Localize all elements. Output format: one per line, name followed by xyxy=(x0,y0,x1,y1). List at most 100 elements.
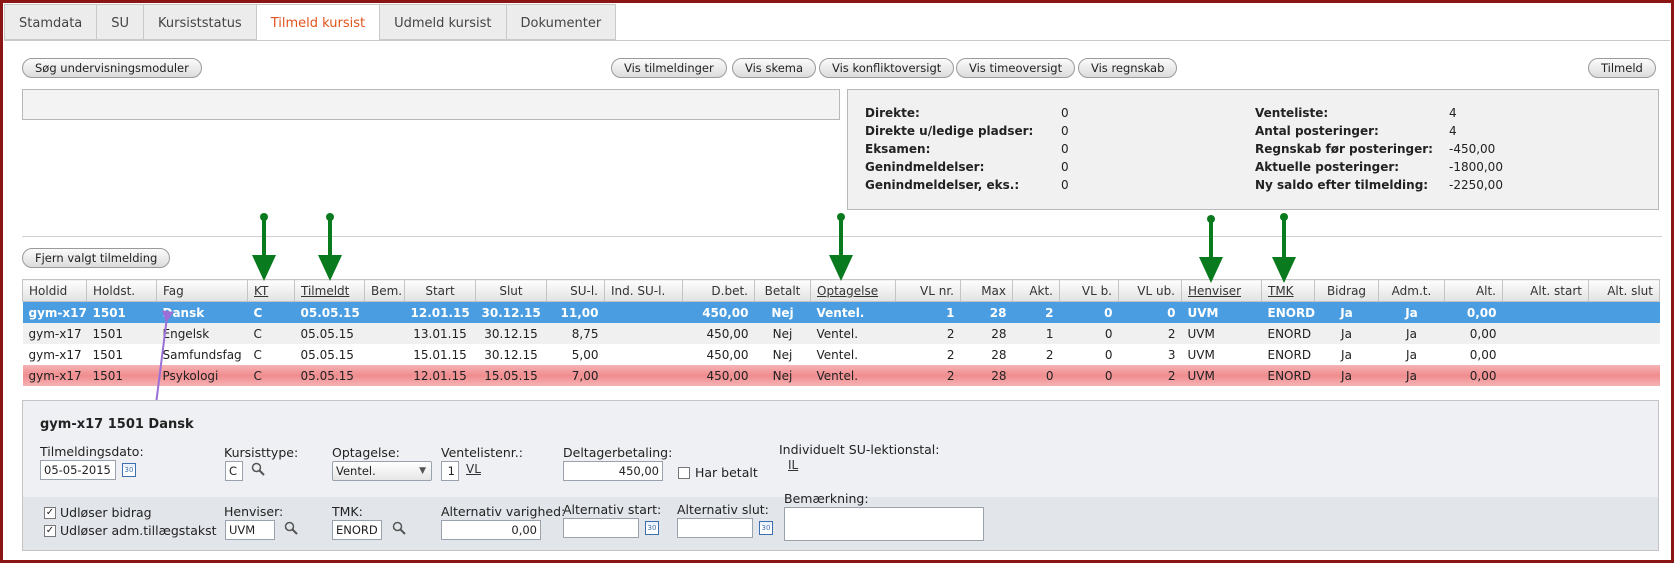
col-dbet[interactable]: D.bet. xyxy=(682,279,755,302)
waitlist-link[interactable]: VL xyxy=(466,462,481,476)
table-cell: 0 xyxy=(1104,326,1113,341)
table-cell: Ventel. xyxy=(810,365,896,386)
table-cell: 12.01.15 xyxy=(404,301,476,323)
enroll-date-field[interactable]: 05-05-2015 xyxy=(40,460,116,480)
waitlist-field[interactable]: 1 xyxy=(441,461,459,481)
search-icon[interactable] xyxy=(284,521,298,535)
table-cell: 7,00 xyxy=(546,365,605,386)
table-row[interactable]: gym-x17 1501 Engelsk C 05.05.15 13.01.15 30.12… xyxy=(22,323,1660,344)
col-slut[interactable]: Slut xyxy=(475,279,547,302)
stat-value: -1800,00 xyxy=(1449,160,1503,174)
col-max[interactable]: Max xyxy=(960,279,1013,302)
tmk-label: TMK: xyxy=(332,504,363,519)
tab-tilmeld-kursist[interactable]: Tilmeld kursist xyxy=(256,4,381,41)
stat-value: 4 xyxy=(1449,124,1457,138)
alt-start-field[interactable] xyxy=(563,518,639,538)
show-conflicts-button[interactable]: Vis konfliktoversigt xyxy=(819,58,955,78)
col-bidrag[interactable]: Bidrag xyxy=(1314,279,1379,302)
tab-su[interactable]: SU xyxy=(97,4,145,40)
triggers-admin-checkbox[interactable]: ✓ xyxy=(44,525,56,537)
col-holdst[interactable]: Holdst. xyxy=(86,279,157,302)
table-cell: Ja xyxy=(1341,326,1352,341)
col-tilmeldt[interactable]: Tilmeldt xyxy=(294,279,365,302)
remove-enrollment-button[interactable]: Fjern valgt tilmelding xyxy=(22,248,171,268)
table-cell: 1 xyxy=(895,301,961,323)
tab-udmeld-kursist[interactable]: Udmeld kursist xyxy=(380,4,507,40)
remark-textarea[interactable] xyxy=(784,507,984,541)
col-ind-su-l[interactable]: Ind. SU-l. xyxy=(604,279,683,302)
col-vl-b[interactable]: VL b. xyxy=(1059,279,1119,302)
stat-value: 0 xyxy=(1061,160,1069,174)
tmk-field[interactable]: ENORD xyxy=(332,520,382,540)
su-link[interactable]: IL xyxy=(788,458,798,472)
table-cell: Samfundsfag xyxy=(162,347,242,362)
enroll-button[interactable]: Tilmeld xyxy=(1588,58,1656,78)
col-vl-nr[interactable]: VL nr. xyxy=(895,279,961,302)
stat-label: Regnskab før posteringer: xyxy=(1255,142,1433,156)
alt-end-label: Alternativ slut: xyxy=(677,502,769,517)
admission-select[interactable]: Ventel. ▼ xyxy=(332,461,432,481)
table-cell: 28 xyxy=(991,326,1007,341)
col-alt[interactable]: Alt. xyxy=(1444,279,1503,302)
table-cell xyxy=(1503,323,1589,344)
table-cell: Ventel. xyxy=(816,326,859,341)
stat-value: 0 xyxy=(1061,178,1069,192)
col-fag[interactable]: Fag xyxy=(156,279,248,302)
table-cell: 1 xyxy=(1045,326,1054,341)
col-henviser[interactable]: Henviser xyxy=(1181,279,1262,302)
col-start[interactable]: Start xyxy=(404,279,476,302)
col-admt[interactable]: Adm.t. xyxy=(1378,279,1445,302)
fee-field[interactable]: 450,00 xyxy=(563,461,663,481)
table-row[interactable]: gym-x17 1501 Samfundsfag C 05.05.15 15.01.15 3… xyxy=(22,344,1660,365)
col-kt[interactable]: KT xyxy=(247,279,295,302)
show-enrollments-button[interactable]: Vis tilmeldinger xyxy=(611,58,727,78)
table-cell: 0,00 xyxy=(1444,301,1503,323)
table-cell: 450,00 xyxy=(706,326,749,341)
chevron-down-icon: ▼ xyxy=(419,466,426,476)
search-icon[interactable] xyxy=(251,462,265,476)
stats-box: Direkte: 0 Direkte u/ledige pladser: 0 E… xyxy=(847,89,1659,210)
show-schedule-button[interactable]: Vis skema xyxy=(732,58,817,78)
has-paid-checkbox[interactable] xyxy=(678,467,690,479)
col-holdid[interactable]: Holdid xyxy=(22,279,87,302)
table-cell: UVM xyxy=(1187,347,1215,362)
calendar-icon[interactable]: 30 xyxy=(645,521,659,535)
col-alt-slut[interactable]: Alt. slut xyxy=(1588,279,1660,302)
col-betalt[interactable]: Betalt xyxy=(754,279,811,302)
table-cell: Engelsk xyxy=(162,326,210,341)
table-cell: Nej xyxy=(754,365,811,386)
table-row[interactable]: gym-x17 1501 Psykologi C 05.05.15 12.01.15 15.… xyxy=(22,365,1660,386)
col-tmk[interactable]: TMK xyxy=(1261,279,1315,302)
fee-label: Deltagerbetaling: xyxy=(563,445,673,460)
table-cell: Nej xyxy=(772,326,793,341)
col-alt-start[interactable]: Alt. start xyxy=(1502,279,1589,302)
alt-end-field[interactable] xyxy=(677,518,753,538)
table-cell xyxy=(364,301,405,323)
table-cell: Ja xyxy=(1378,365,1445,386)
show-hours-button[interactable]: Vis timeoversigt xyxy=(956,58,1076,78)
show-accounts-button[interactable]: Vis regnskab xyxy=(1078,58,1178,78)
table-row[interactable]: gym-x17 1501 Dansk C 05.05.15 12.01.15 30.12.1… xyxy=(22,301,1660,323)
search-modules-button[interactable]: Søg undervisningsmoduler xyxy=(22,58,202,78)
search-icon[interactable] xyxy=(392,521,406,535)
col-vl-ub[interactable]: VL ub. xyxy=(1118,279,1182,302)
col-bem[interactable]: Bem. xyxy=(364,279,405,302)
alt-duration-field[interactable]: 0,00 xyxy=(441,520,541,540)
tab-kursiststatus[interactable]: Kursiststatus xyxy=(144,4,257,40)
course-type-field[interactable]: C xyxy=(225,461,243,481)
col-su-l[interactable]: SU-l. xyxy=(546,279,605,302)
col-optagelse[interactable]: Optagelse xyxy=(810,279,896,302)
tab-stamdata[interactable]: Stamdata xyxy=(4,4,98,40)
alt-start-label: Alternativ start: xyxy=(563,502,662,517)
table-cell: 13.01.15 xyxy=(413,326,467,341)
referrer-field[interactable]: UVM xyxy=(225,520,275,540)
table-cell: Ja xyxy=(1314,365,1379,386)
tab-dokumenter[interactable]: Dokumenter xyxy=(506,4,617,40)
table-cell: Ja xyxy=(1378,301,1445,323)
calendar-icon[interactable]: 30 xyxy=(759,521,773,535)
col-akt[interactable]: Akt. xyxy=(1012,279,1060,302)
calendar-icon[interactable]: 30 xyxy=(122,463,136,477)
table-cell: 1501 xyxy=(92,326,124,341)
triggers-grant-checkbox[interactable]: ✓ xyxy=(44,507,56,519)
stat-label: Ny saldo efter tilmelding: xyxy=(1255,178,1429,192)
